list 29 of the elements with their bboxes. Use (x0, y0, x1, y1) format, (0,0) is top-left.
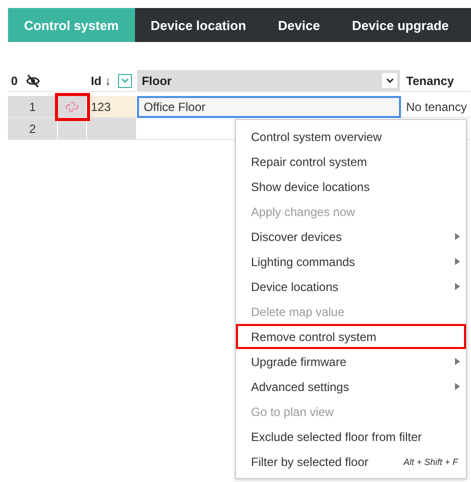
chevron-down-icon (120, 76, 130, 85)
column-header[interactable]: Tenancy (406, 74, 454, 88)
row-number-cell: 1 (8, 96, 58, 118)
floor-field[interactable]: Office Floor (136, 96, 402, 118)
menu-item[interactable]: Discover devices (236, 224, 466, 249)
menu-item[interactable]: Remove control system (236, 324, 466, 349)
submenu-arrow-icon (455, 383, 460, 390)
table-cell: No tenancy (401, 96, 471, 118)
dropdown-button[interactable] (382, 73, 398, 88)
submenu-arrow-icon (455, 358, 460, 365)
chevron-down-icon (384, 76, 395, 85)
menu-item[interactable]: Filter by selected floor Alt + Shift + F (236, 449, 466, 474)
submenu-arrow-icon (455, 283, 460, 290)
shortcut-hint: Alt + Shift + F (403, 456, 458, 466)
menu-item[interactable]: Advanced settings (236, 374, 466, 399)
column-header[interactable]: Id ↓ (90, 74, 118, 88)
menu-item[interactable]: Device locations (236, 274, 466, 299)
menu-item[interactable]: Lighting commands (236, 249, 466, 274)
row-count: 0 (11, 74, 18, 88)
menu-item[interactable]: Show device locations (236, 174, 466, 199)
submenu-arrow-icon (455, 258, 460, 265)
menu-item[interactable]: Upgrade firmware (236, 349, 466, 374)
menu-item[interactable]: Control system overview (236, 124, 466, 149)
broken-link-icon (64, 100, 79, 114)
row-number-cell: 2 (8, 118, 58, 140)
hidden-eye-icon[interactable] (26, 74, 40, 88)
menu-item[interactable]: Repair control system (236, 149, 466, 174)
submenu-arrow-icon (455, 233, 460, 240)
menu-item[interactable]: Exclude selected floor from filter (236, 424, 466, 449)
